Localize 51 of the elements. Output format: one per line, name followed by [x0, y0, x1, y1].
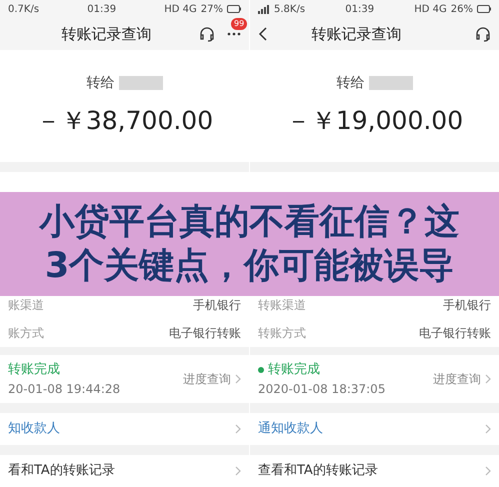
detail-label: 账渠道 — [8, 297, 44, 314]
detail-value: 电子银行转账 — [419, 325, 491, 342]
list-item[interactable]: 知收款人 — [0, 413, 249, 445]
progress-link[interactable]: 进度查询 — [433, 370, 491, 388]
transfer-amount: －￥19,000.00 — [286, 104, 464, 137]
chevron-icon — [485, 374, 491, 384]
redacted-name — [368, 76, 412, 90]
more-icon[interactable] — [227, 32, 241, 36]
transfer-amount: －￥38,700.00 — [36, 104, 214, 137]
detail-label: 转账方式 — [258, 325, 306, 342]
status-dot-icon — [258, 367, 264, 373]
chevron-icon — [485, 466, 491, 476]
notification-badge: 99 — [231, 18, 248, 30]
progress-link[interactable]: 进度查询 — [183, 370, 241, 388]
detail-value: 电子银行转账 — [169, 325, 241, 342]
chevron-icon — [485, 424, 491, 434]
transfer-time: 20-01-08 19:44:28 — [8, 380, 120, 398]
detail-value: 手机银行 — [193, 297, 241, 314]
battery-level: 27% — [200, 2, 223, 16]
headset-icon[interactable] — [199, 26, 215, 42]
redacted-name — [118, 76, 162, 90]
chevron-icon — [235, 466, 241, 476]
page-title: 转账记录查询 — [310, 24, 402, 45]
chevron-icon — [235, 374, 241, 384]
transfer-status: 转账完成 — [268, 361, 320, 380]
page-title: 转账记录查询 — [60, 24, 152, 45]
battery-icon — [227, 5, 241, 13]
detail-value: 手机银行 — [443, 297, 491, 314]
recipient-label: 转给 — [336, 74, 364, 93]
chevron-icon — [235, 424, 241, 434]
transfer-time: 2020-01-08 18:37:05 — [258, 380, 386, 398]
recipient-label: 转给 — [86, 74, 114, 93]
list-item[interactable]: 查看和TA的转账记录 — [250, 455, 499, 487]
clock-time: 01:39 — [87, 2, 116, 16]
network-type: HD 4G — [164, 2, 197, 16]
battery-icon — [477, 5, 491, 13]
signal-icon — [258, 4, 270, 14]
battery-level: 26% — [450, 2, 473, 16]
network-speed: 5.8K/s — [274, 2, 306, 16]
network-speed: 0.7K/s — [8, 2, 40, 16]
list-item[interactable]: 通知收款人 — [250, 413, 499, 445]
detail-label: 转账渠道 — [258, 297, 306, 314]
back-icon[interactable] — [258, 27, 268, 41]
banner-headline: 3个关键点，你可能被误导 — [44, 245, 454, 288]
clock-time: 01:39 — [345, 2, 374, 16]
detail-label: 账方式 — [8, 325, 44, 342]
transfer-status: 转账完成 — [8, 361, 60, 380]
list-item[interactable]: 看和TA的转账记录 — [0, 455, 249, 487]
headset-icon[interactable] — [475, 26, 491, 42]
banner-headline: 小贷平台真的不看征信？这 — [40, 201, 460, 244]
network-type: HD 4G — [414, 2, 447, 16]
